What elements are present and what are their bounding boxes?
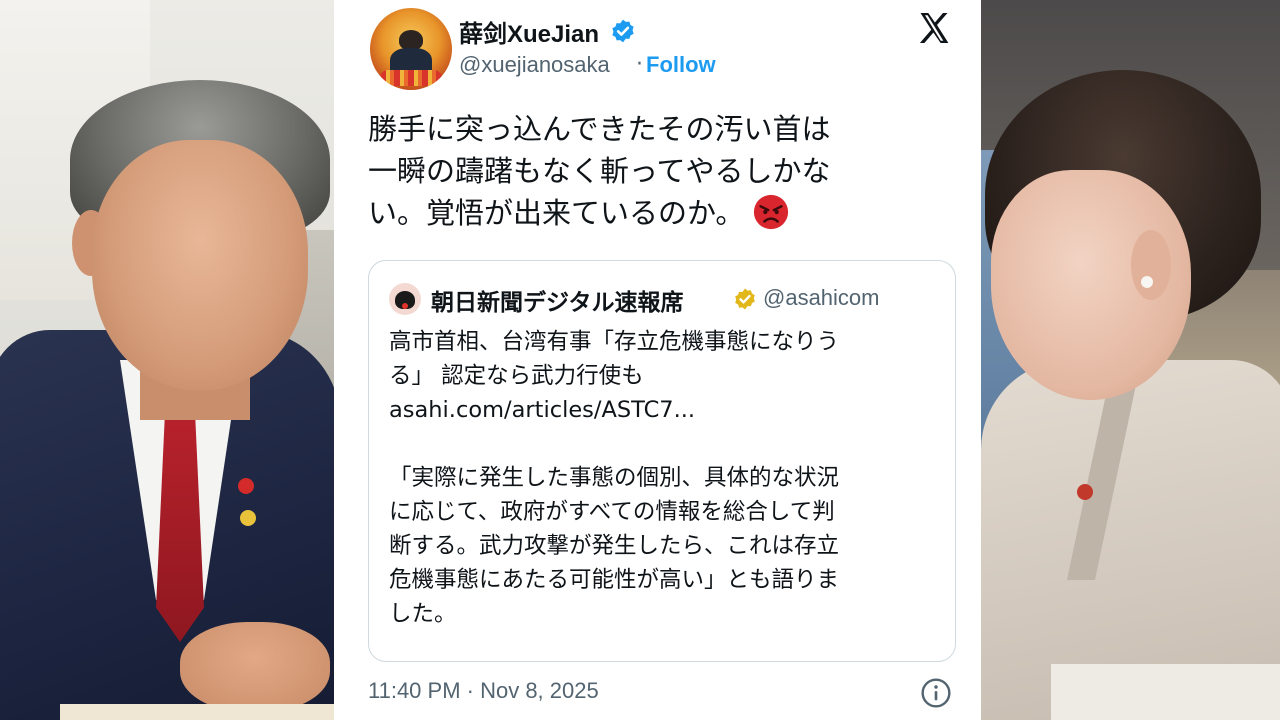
- info-icon[interactable]: [920, 677, 952, 709]
- pearl-earring: [1141, 276, 1153, 288]
- quoted-line: した。: [389, 601, 457, 627]
- quoted-line: 危機事態にあたる可能性が高い」とも語りま: [389, 567, 840, 593]
- quoted-link[interactable]: asahi.com/articles/ASTC7...: [389, 393, 949, 427]
- avatar-head: [399, 30, 423, 50]
- lapel-pin-icon: [1077, 484, 1093, 500]
- quoted-handle[interactable]: @asahicom: [763, 285, 880, 311]
- left-photo-man-in-suit: [0, 0, 334, 720]
- quoted-line: 「実際に発生した事態の個別、具体的な状況: [389, 465, 840, 491]
- x-logo-icon[interactable]: [916, 10, 952, 46]
- tweet-line: 一瞬の躊躇もなく斬ってやるしかな: [368, 154, 831, 188]
- display-name[interactable]: 薛剑XueJian: [459, 14, 599, 49]
- tweet-line-last: い。覚悟が出来ているのか。: [368, 192, 968, 234]
- tweet-card: 薛剑XueJian @xuejianosaka · Follow 勝手に突っ込ん…: [334, 0, 981, 720]
- gold-verified-badge-icon: [735, 288, 755, 310]
- quoted-line: る」 認定なら武力行使も: [389, 363, 644, 389]
- profile-avatar[interactable]: [370, 8, 452, 90]
- clasped-hands: [180, 622, 330, 712]
- desk-edge: [1051, 664, 1280, 720]
- verified-badge-icon: [612, 19, 634, 43]
- right-photo-woman: [981, 0, 1280, 720]
- quoted-line: 高市首相、台湾有事「存立危機事態になりう: [389, 329, 840, 355]
- tweet-line: 勝手に突っ込んできたその汚い首は: [368, 112, 831, 146]
- quoted-line: に応じて、政府がすべての情報を総合して判: [389, 499, 835, 525]
- flag-pin-icon: [238, 478, 254, 494]
- quoted-spacer: [389, 427, 949, 461]
- separator-dot: ·: [636, 52, 643, 77]
- quoted-avatar[interactable]: [389, 283, 421, 315]
- flower-pin-icon: [240, 510, 256, 526]
- ear: [1131, 230, 1171, 300]
- quoted-line: 断する。武力攻撃が発生したら、これは存立: [389, 533, 840, 559]
- tweet-timestamp[interactable]: 11:40 PM · Nov 8, 2025: [368, 678, 599, 704]
- handle[interactable]: @xuejianosaka: [459, 52, 610, 78]
- avatar-flowers: [380, 70, 442, 86]
- tweet-line-text: い。覚悟が出来ているのか。: [368, 196, 745, 230]
- quoted-display-name[interactable]: 朝日新聞デジタル速報席: [431, 283, 684, 317]
- desk-edge: [60, 704, 334, 720]
- tweet-text: 勝手に突っ込んできたその汚い首は 一瞬の躊躇もなく斬ってやるしかな い。覚悟が出…: [368, 108, 968, 234]
- quoted-text: 高市首相、台湾有事「存立危機事態になりう る」 認定なら武力行使も asahi.…: [389, 325, 949, 631]
- avatar-beak: [402, 303, 408, 309]
- angry-face-icon: [754, 194, 789, 230]
- quoted-tweet[interactable]: 朝日新聞デジタル速報席 @asahicom 高市首相、台湾有事「存立危機事態にな…: [368, 260, 956, 662]
- follow-button[interactable]: Follow: [646, 52, 716, 78]
- face: [92, 140, 308, 390]
